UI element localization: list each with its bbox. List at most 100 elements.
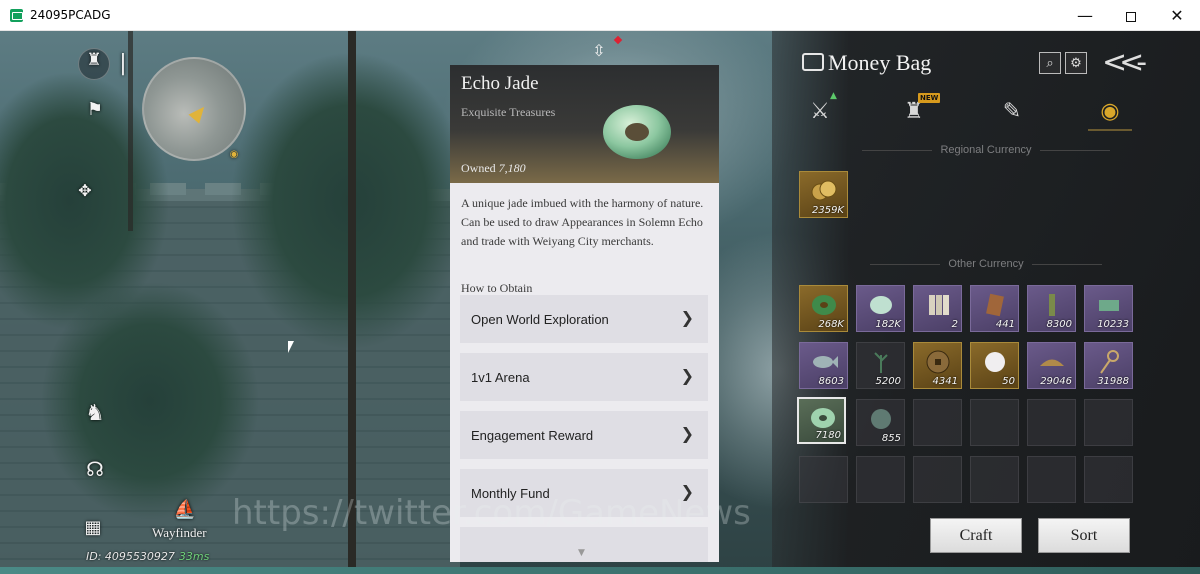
compass-icon: ⇳: [592, 43, 606, 60]
app-window: 24095PCADG — ✕ ♜ | ⚑ ✥ ◉ ♞ ☊ ▦ ⛵ Wayfind…: [0, 0, 1200, 574]
item-count: 2: [951, 319, 958, 330]
owned-label: Owned: [461, 161, 496, 175]
maximize-button[interactable]: [1108, 0, 1154, 31]
chevron-right-icon: ❯: [680, 366, 694, 385]
empty-slot: [1084, 456, 1133, 503]
item-count: 182K: [875, 319, 901, 330]
item-detail-header: Echo Jade Exquisite Treasures Owned 7,18…: [450, 65, 719, 183]
item-count: 50: [1002, 376, 1015, 387]
window-title: 24095PCADG: [30, 8, 111, 22]
settings-button[interactable]: ⚙: [1065, 52, 1087, 74]
item-count: 4341: [932, 376, 958, 387]
pearl-icon: [985, 352, 1005, 372]
castle-icon: ♜: [86, 50, 102, 70]
chevron-right-icon: ❯: [680, 308, 694, 327]
currency-slot[interactable]: 5200: [856, 342, 905, 389]
item-count: 29046: [1040, 376, 1072, 387]
empty-slot: [970, 399, 1019, 446]
gear-icon: ⚙: [1070, 55, 1082, 70]
search-button[interactable]: ⌕: [1039, 52, 1061, 74]
currency-slot[interactable]: 10233: [1084, 285, 1133, 332]
source-1v1-arena[interactable]: 1v1 Arena ❯: [460, 353, 708, 401]
bag-icon: [802, 53, 824, 71]
active-tab-indicator: [1088, 129, 1132, 131]
crossed-swords-icon: ⚔: [810, 99, 830, 124]
marker-icon: ◉: [229, 149, 239, 160]
tab-materials[interactable]: ♜ NEW: [894, 93, 941, 129]
item-description: A unique jade imbued with the harmony of…: [461, 196, 704, 248]
source-label: 1v1 Arena: [471, 370, 530, 385]
new-badge: NEW: [918, 93, 941, 103]
source-label: Engagement Reward: [471, 428, 594, 443]
scroll-down-icon[interactable]: ▼: [578, 548, 585, 558]
owned-count: Owned 7,180: [461, 161, 526, 176]
bottom-edge: [0, 567, 1200, 574]
maximize-icon: [1126, 11, 1136, 22]
tab-currency[interactable]: ◉: [1090, 99, 1130, 129]
other-currency-label: Other Currency: [772, 258, 1200, 270]
craft-button[interactable]: Craft: [930, 518, 1022, 553]
flag-icon[interactable]: ⚑: [84, 99, 106, 120]
pale-jade-icon: [870, 296, 892, 314]
currency-slot-coins[interactable]: 2359K: [799, 171, 848, 218]
panel-title: Money Bag: [828, 50, 932, 75]
menu-grid-icon[interactable]: ▦: [80, 517, 106, 538]
item-count: 7180: [815, 430, 841, 441]
currency-slot[interactable]: 2: [913, 285, 962, 332]
player-id-text: ID: 4095530927: [86, 550, 175, 563]
item-count: 2359K: [811, 205, 844, 216]
currency-slot[interactable]: 50: [970, 342, 1019, 389]
currency-slot[interactable]: 4341: [913, 342, 962, 389]
pine-tree: [40, 281, 260, 521]
close-button[interactable]: ✕: [1154, 0, 1200, 31]
horse-icon[interactable]: ♞: [82, 401, 108, 426]
currency-slot[interactable]: 268K: [799, 285, 848, 332]
coins-icon: [811, 180, 837, 201]
sort-button[interactable]: Sort: [1038, 518, 1130, 553]
currency-slot[interactable]: 182K: [856, 285, 905, 332]
scroll-icon: ✎: [1002, 99, 1022, 124]
currency-slot[interactable]: 855: [856, 399, 905, 446]
tab-equipment[interactable]: ⚔ ▲: [800, 91, 840, 129]
back-button[interactable]: <<-: [1102, 45, 1147, 80]
empty-slot: [970, 456, 1019, 503]
wayfinder-label: Wayfinder: [152, 525, 207, 540]
wayfinder-icon[interactable]: ⛵: [170, 499, 200, 520]
tally-stick-icon: [1049, 294, 1055, 316]
tree-trunk: [128, 31, 133, 231]
currency-slot[interactable]: 441: [970, 285, 1019, 332]
item-name: Echo Jade: [461, 73, 539, 94]
currency-slot[interactable]: 29046: [1027, 342, 1076, 389]
echo-jade-large-icon: [603, 105, 671, 159]
item-count: 855: [881, 433, 901, 444]
item-count: 8300: [1046, 319, 1072, 330]
currency-icon: ◉: [1100, 99, 1120, 124]
item-category: Exquisite Treasures: [461, 105, 556, 119]
minimize-button[interactable]: —: [1062, 0, 1108, 31]
compass-cross-icon[interactable]: ✥: [74, 181, 96, 200]
currency-slot[interactable]: 31988: [1084, 342, 1133, 389]
currency-slot-selected[interactable]: 7180: [797, 397, 846, 444]
paper-notes-icon: [929, 295, 949, 315]
chevron-right-icon: ❯: [680, 424, 694, 443]
divider-icon: |: [119, 51, 127, 76]
item-detail-card: Echo Jade Exquisite Treasures Owned 7,18…: [450, 65, 719, 562]
source-open-world-exploration[interactable]: Open World Exploration ❯: [460, 295, 708, 343]
owned-value: 7,180: [498, 161, 526, 175]
money-bag-panel: Money Bag ⌕ ⚙ <<- ⚔ ▲ ♜ NEW ✎ ◉ Regional…: [772, 31, 1200, 574]
how-to-obtain-heading: How to Obtain: [461, 281, 533, 295]
source-engagement-reward[interactable]: Engagement Reward ❯: [460, 411, 708, 459]
tab-documents[interactable]: ✎: [992, 99, 1032, 129]
bronze-token-icon: [986, 293, 1004, 317]
currency-slot[interactable]: 8603: [799, 342, 848, 389]
empty-slot: [1027, 399, 1076, 446]
item-count: 441: [995, 319, 1015, 330]
empty-slot: [856, 456, 905, 503]
green-jade-disc-icon: [812, 295, 836, 315]
game-viewport[interactable]: ♜ | ⚑ ✥ ◉ ♞ ☊ ▦ ⛵ Wayfinder ID: 40955309…: [0, 31, 1200, 574]
ear-icon[interactable]: ☊: [82, 457, 108, 481]
green-note-icon: [1099, 300, 1119, 311]
currency-slot[interactable]: 8300: [1027, 285, 1076, 332]
ingot-icon: [1040, 359, 1064, 366]
copper-coin-icon: [926, 350, 950, 374]
